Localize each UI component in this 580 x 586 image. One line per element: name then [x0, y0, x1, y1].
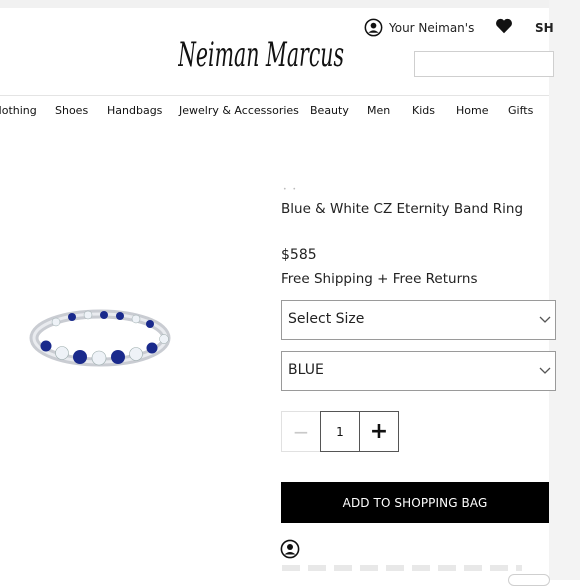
svg-text:Neiman Marcus: Neiman Marcus	[178, 35, 344, 75]
product-image-ring[interactable]	[28, 308, 172, 372]
nav-item-handbags[interactable]: Handbags	[107, 104, 162, 117]
product-price: $585	[281, 247, 317, 263]
nav-item-men[interactable]: Men	[367, 104, 390, 117]
nav-item-beauty[interactable]: Beauty	[310, 104, 349, 117]
shipping-info: Free Shipping + Free Returns	[281, 271, 478, 287]
user-circle-icon[interactable]	[280, 539, 300, 559]
nav-item-clothing[interactable]: Clothing	[0, 104, 37, 117]
size-select[interactable]: Select Size	[281, 300, 556, 340]
quantity-stepper: − 1 +	[281, 411, 399, 452]
search-input[interactable]	[414, 51, 554, 77]
top-border	[0, 0, 580, 8]
color-select-value: BLUE	[288, 362, 324, 378]
size-select-value: Select Size	[288, 311, 365, 327]
quantity-increment-button[interactable]: +	[359, 411, 399, 452]
cropped-pill-button[interactable]	[508, 574, 550, 586]
quantity-decrement-button[interactable]: −	[281, 411, 321, 452]
nav-item-home[interactable]: Home	[456, 104, 488, 117]
shopping-bag-link[interactable]: SH	[535, 21, 554, 35]
heart-icon[interactable]	[495, 17, 513, 35]
chevron-down-icon	[539, 367, 551, 374]
cropped-text-row	[282, 565, 522, 571]
category-nav: Clothing Shoes Handbags Jewelry & Access…	[0, 104, 549, 122]
quantity-input[interactable]: 1	[320, 411, 360, 452]
right-edge-panel	[549, 0, 580, 580]
chevron-down-icon	[539, 316, 551, 323]
nav-item-jewelry-accessories[interactable]: Jewelry & Accessories	[179, 104, 299, 117]
designer-placeholder: • •	[283, 186, 298, 193]
add-to-shopping-bag-button[interactable]: ADD TO SHOPPING BAG	[281, 482, 549, 523]
user-circle-icon	[364, 18, 383, 37]
account-link[interactable]: Your Neiman's	[364, 18, 474, 37]
nav-divider	[0, 95, 549, 96]
account-label: Your Neiman's	[389, 20, 475, 35]
nav-item-kids[interactable]: Kids	[412, 104, 435, 117]
nav-item-gifts[interactable]: Gifts	[508, 104, 533, 117]
color-select[interactable]: BLUE	[281, 351, 556, 391]
neiman-marcus-logo[interactable]: Neiman Marcus	[178, 22, 346, 86]
nav-item-shoes[interactable]: Shoes	[55, 104, 88, 117]
product-title: Blue & White CZ Eternity Band Ring	[281, 201, 524, 217]
